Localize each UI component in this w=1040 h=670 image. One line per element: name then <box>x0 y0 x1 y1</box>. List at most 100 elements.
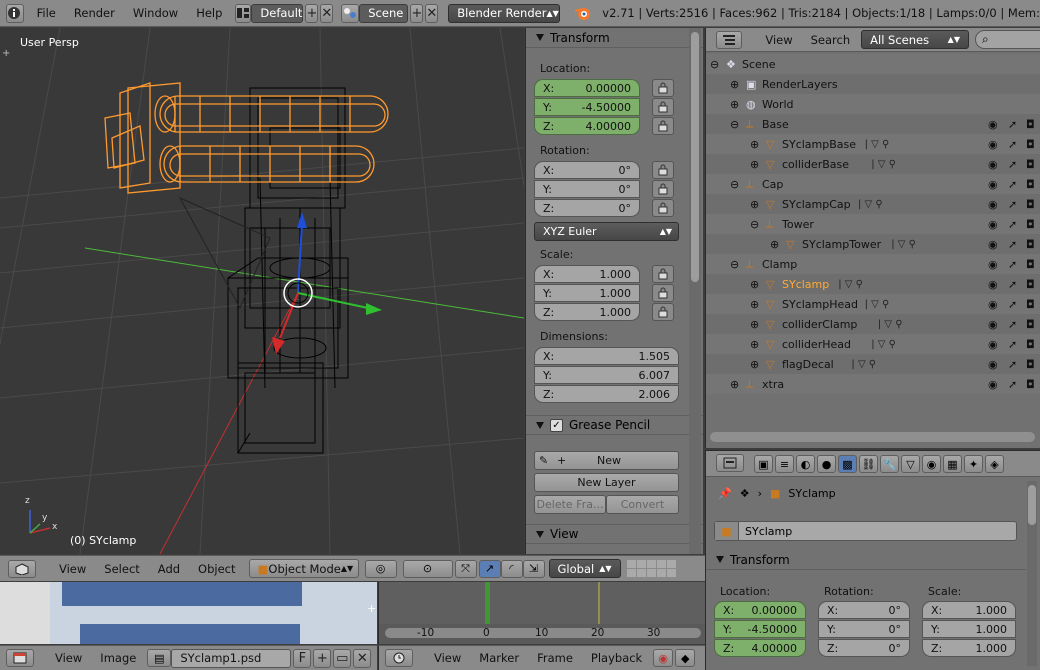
editor-type-timeline-button[interactable] <box>385 649 413 667</box>
expand-toggle-icon[interactable]: ⊕ <box>730 78 739 91</box>
props-location-y[interactable]: Y: -4.50000 <box>714 620 806 638</box>
props-rotation-x[interactable]: X: 0° <box>818 601 910 619</box>
mesh-data-modifier-icon[interactable]: | ▽ ⚲ <box>871 339 896 350</box>
layer-11[interactable] <box>626 569 636 577</box>
mesh-data-modifier-icon[interactable]: | ▽ ⚲ <box>891 239 916 250</box>
renderability-camera-icon[interactable]: ◘ <box>1026 338 1035 351</box>
props-location-z[interactable]: Z: 4.00000 <box>714 639 806 657</box>
outliner-item-name[interactable]: SYclampBase <box>782 138 856 151</box>
mesh-data-modifier-icon[interactable]: | ▽ ⚲ <box>858 199 883 210</box>
rotate-manipulator-button[interactable]: ◜ <box>500 559 523 578</box>
visibility-eye-icon[interactable]: ◉ <box>988 278 998 291</box>
outliner-item-name[interactable]: World <box>762 98 794 111</box>
lock-location-z-icon[interactable] <box>652 117 674 135</box>
editor-type-image-button[interactable] <box>6 649 34 667</box>
scene-icon-button[interactable] <box>341 3 360 23</box>
selectability-cursor-icon[interactable]: ➚ <box>1008 138 1017 151</box>
layer-14[interactable] <box>656 569 666 577</box>
outliner-row[interactable]: ⊖ ❖ Scene <box>706 54 1040 74</box>
new-layer-button[interactable]: New Layer <box>534 473 679 492</box>
rotation-z-field[interactable]: Z: 0° <box>534 199 640 217</box>
renderability-camera-icon[interactable]: ◘ <box>1026 258 1035 271</box>
orientation-dropdown[interactable]: Global ▲▼ <box>548 559 621 578</box>
renderability-camera-icon[interactable]: ◘ <box>1026 118 1035 131</box>
outliner-row[interactable]: ⊕ ▽ colliderBase | ▽ ⚲ ◉ ➚ ◘ <box>706 154 1040 174</box>
scene-field[interactable]: Scene <box>359 3 409 23</box>
dimensions-z-field[interactable]: Z: 2.006 <box>534 385 679 403</box>
visibility-eye-icon[interactable]: ◉ <box>988 218 998 231</box>
open-image-icon[interactable]: ▭ <box>333 648 352 668</box>
selectability-cursor-icon[interactable]: ➚ <box>1008 338 1017 351</box>
image-image-menu[interactable]: Image <box>91 651 145 665</box>
vp-view-menu[interactable]: View <box>50 562 95 576</box>
dimensions-y-field[interactable]: Y: 6.007 <box>534 366 679 384</box>
transform-panel-header[interactable]: Transform <box>526 28 703 48</box>
outliner-filter-dropdown[interactable]: All Scenes ▲▼ <box>861 30 969 49</box>
renderability-camera-icon[interactable]: ◘ <box>1026 378 1035 391</box>
visibility-eye-icon[interactable]: ◉ <box>988 338 998 351</box>
outliner-row[interactable]: ⊕ ◍ World <box>706 94 1040 114</box>
new-image-icon[interactable]: + <box>313 648 332 668</box>
shading-dropdown[interactable]: ◎ <box>364 559 397 578</box>
expand-toggle-icon[interactable]: ⊕ <box>750 318 759 331</box>
outliner-item-name[interactable]: Tower <box>782 218 814 231</box>
visibility-eye-icon[interactable]: ◉ <box>988 318 998 331</box>
mesh-data-modifier-icon[interactable]: | ▽ ⚲ <box>871 159 896 170</box>
layer-15[interactable] <box>666 569 676 577</box>
add-screen-icon[interactable]: + <box>305 3 319 23</box>
tab-material-icon[interactable]: ◉ <box>922 455 941 473</box>
outliner-search-input[interactable]: ⌕ <box>974 30 1040 49</box>
mesh-data-modifier-icon[interactable]: | ▽ ⚲ <box>865 299 890 310</box>
layer-buttons[interactable] <box>626 560 676 577</box>
lock-scale-y-icon[interactable] <box>652 284 674 302</box>
layer-5[interactable] <box>666 560 676 568</box>
menu-window[interactable]: Window <box>124 6 187 20</box>
outliner-item-name[interactable]: colliderClamp <box>782 318 857 331</box>
scale-x-field[interactable]: X: 1.000 <box>534 265 640 283</box>
add-scene-icon[interactable]: + <box>410 3 424 23</box>
scale-z-field[interactable]: Z: 1.000 <box>534 303 640 321</box>
browse-image-button[interactable]: ▤ <box>147 649 172 667</box>
outliner-item-name[interactable]: Clamp <box>762 258 797 271</box>
lock-location-x-icon[interactable] <box>652 79 674 97</box>
outliner-item-name[interactable]: RenderLayers <box>762 78 838 91</box>
menu-file[interactable]: File <box>28 6 65 20</box>
grease-new-button[interactable]: ✎ + New <box>534 451 679 470</box>
outliner-item-name[interactable]: SYclampCap <box>782 198 851 211</box>
outliner-row[interactable]: ⊖ ⟂ Tower ◉ ➚ ◘ <box>706 214 1040 234</box>
selectability-cursor-icon[interactable]: ➚ <box>1008 118 1017 131</box>
viewport-canvas[interactable] <box>0 28 524 554</box>
lock-rotation-y-icon[interactable] <box>652 180 674 198</box>
outliner-search-menu[interactable]: Search <box>802 33 860 47</box>
outliner-row[interactable]: ⊕ ▽ SYclampBase | ▽ ⚲ ◉ ➚ ◘ <box>706 134 1040 154</box>
convert-button[interactable]: Convert <box>606 495 679 514</box>
lock-scale-z-icon[interactable] <box>652 303 674 321</box>
tab-world-icon[interactable]: ● <box>817 455 836 473</box>
renderability-camera-icon[interactable]: ◘ <box>1026 298 1035 311</box>
vp-add-menu[interactable]: Add <box>149 562 189 576</box>
menu-render[interactable]: Render <box>65 6 124 20</box>
outliner-hscrollbar[interactable] <box>710 432 1035 442</box>
expand-toggle-icon[interactable]: ⊖ <box>710 58 719 71</box>
outliner-item-name[interactable]: xtra <box>762 378 784 391</box>
timeline-frame-menu[interactable]: Frame <box>528 651 582 665</box>
location-x-field[interactable]: X: 0.00000 <box>534 79 640 97</box>
props-scale-z[interactable]: Z: 1.000 <box>922 639 1016 657</box>
mesh-data-modifier-icon[interactable]: | ▽ ⚲ <box>851 359 876 370</box>
keying-set-button[interactable]: ◆ <box>675 649 696 667</box>
toolshelf-toggle-icon[interactable]: + <box>2 48 10 59</box>
npanel-scroll-thumb[interactable] <box>691 32 699 282</box>
outliner-item-name[interactable]: SYclampTower <box>802 238 881 251</box>
tab-render-icon[interactable]: ▣ <box>754 455 773 473</box>
pin-icon[interactable]: 📌 <box>718 487 732 500</box>
outliner-row[interactable]: ⊕ ▽ colliderClamp | ▽ ⚲ ◉ ➚ ◘ <box>706 314 1040 334</box>
view-panel-header[interactable]: View <box>526 524 703 544</box>
expand-toggle-icon[interactable]: ⊕ <box>750 338 759 351</box>
props-rotation-z[interactable]: Z: 0° <box>818 639 910 657</box>
timeline-marker-menu[interactable]: Marker <box>470 651 528 665</box>
outliner-row[interactable]: ⊕ ▽ SYclampCap | ▽ ⚲ ◉ ➚ ◘ <box>706 194 1040 214</box>
layer-3[interactable] <box>646 560 656 568</box>
3d-viewport[interactable]: User Persp z x y (0) SYclamp + <box>0 28 524 554</box>
lock-rotation-z-icon[interactable] <box>652 199 674 217</box>
render-engine-dropdown[interactable]: Blender Render ▲▼ <box>448 3 561 23</box>
